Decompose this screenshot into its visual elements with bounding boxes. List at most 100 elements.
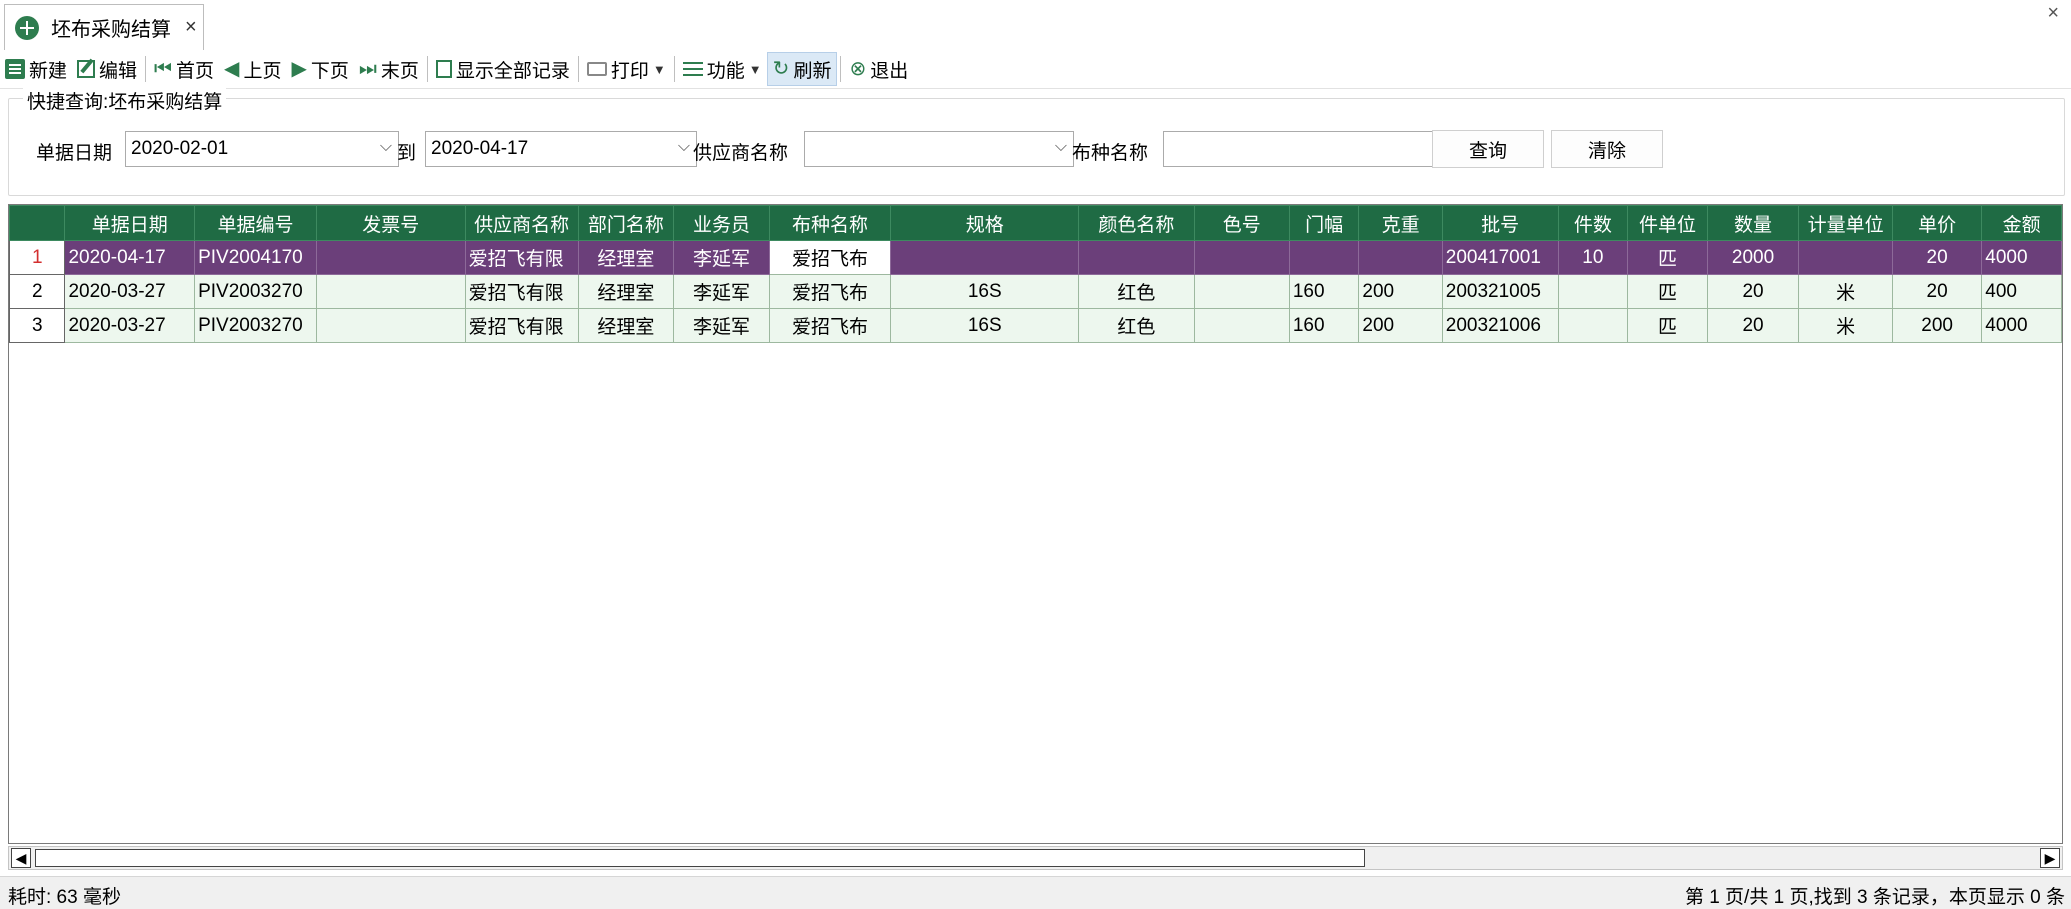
table-cell[interactable]: 10 — [1557, 240, 1629, 275]
table-cell[interactable] — [1193, 308, 1290, 343]
column-header[interactable]: 供应商名称 — [464, 205, 579, 241]
table-cell[interactable]: PIV2004170 — [194, 240, 317, 275]
exit-button[interactable]: ⊗ 退出 — [844, 52, 913, 86]
edit-button[interactable]: 编辑 — [72, 52, 142, 86]
table-cell[interactable] — [1288, 240, 1360, 275]
column-header[interactable]: 单价 — [1891, 205, 1983, 241]
table-cell[interactable]: 匹 — [1627, 308, 1708, 343]
table-cell[interactable]: PIV2003270 — [194, 274, 317, 309]
column-header[interactable]: 业务员 — [673, 205, 770, 241]
tab-pibu-settlement[interactable]: 坯布采购结算 × — [4, 4, 204, 50]
table-cell[interactable]: 爱招飞有限 — [464, 308, 579, 343]
chevron-down-icon[interactable]: ⌵ — [1055, 138, 1067, 156]
last-page-button[interactable]: ⏭ 末页 — [354, 52, 424, 86]
table-cell[interactable]: 20 — [1891, 240, 1983, 275]
table-cell[interactable]: 200 — [1358, 308, 1443, 343]
column-header[interactable]: 颜色名称 — [1078, 205, 1195, 241]
table-cell[interactable] — [1557, 308, 1629, 343]
chevron-down-icon[interactable]: ⌵ — [380, 138, 392, 156]
table-cell[interactable]: 经理室 — [577, 274, 675, 309]
table-cell[interactable] — [315, 308, 466, 343]
table-cell[interactable]: 红色 — [1078, 274, 1195, 309]
table-cell[interactable]: PIV2003270 — [194, 308, 317, 343]
column-header[interactable] — [9, 205, 66, 241]
supplier-select[interactable]: ⌵ — [804, 131, 1074, 167]
scrollbar-thumb[interactable] — [35, 849, 1365, 867]
table-cell[interactable] — [1798, 240, 1893, 275]
table-cell[interactable]: 爱招飞有限 — [464, 240, 579, 275]
column-header[interactable]: 金额 — [1981, 205, 2062, 241]
table-cell[interactable]: 160 — [1288, 308, 1360, 343]
table-cell[interactable]: 经理室 — [577, 308, 675, 343]
table-cell[interactable]: 爱招飞布 — [768, 274, 892, 309]
table-cell[interactable]: 160 — [1288, 274, 1360, 309]
column-header[interactable]: 部门名称 — [577, 205, 675, 241]
table-cell[interactable]: 米 — [1798, 274, 1893, 309]
table-cell[interactable] — [1358, 240, 1443, 275]
table-cell[interactable]: 李延军 — [673, 274, 770, 309]
prev-page-button[interactable]: ◀ 上页 — [219, 52, 286, 86]
table-cell[interactable]: 2020-04-17 — [64, 240, 196, 275]
column-header[interactable]: 数量 — [1706, 205, 1800, 241]
table-cell[interactable]: 爱招飞布 — [768, 308, 892, 343]
table-cell[interactable]: 米 — [1798, 308, 1893, 343]
table-cell[interactable]: 200 — [1891, 308, 1983, 343]
table-cell[interactable]: 2020-03-27 — [64, 308, 196, 343]
table-cell[interactable]: 红色 — [1078, 308, 1195, 343]
refresh-button[interactable]: ↻ 刷新 — [766, 52, 838, 86]
table-cell[interactable] — [1557, 274, 1629, 309]
horizontal-scrollbar[interactable]: ◀ ▶ — [8, 846, 2063, 870]
table-cell[interactable]: 经理室 — [577, 240, 675, 275]
tab-close-icon[interactable]: × — [185, 16, 197, 39]
column-header[interactable]: 布种名称 — [768, 205, 892, 241]
table-cell[interactable]: 李延军 — [673, 308, 770, 343]
table-cell[interactable]: 20 — [1706, 274, 1800, 309]
next-page-button[interactable]: ▶ 下页 — [286, 52, 353, 86]
column-header[interactable]: 克重 — [1358, 205, 1443, 241]
table-cell[interactable]: 4000 — [1981, 308, 2062, 343]
table-cell[interactable]: 爱招飞有限 — [464, 274, 579, 309]
table-row[interactable]: 1 2020-04-17 PIV2004170 爱招飞有限 经理室 李延军 爱招… — [9, 240, 2062, 275]
column-header[interactable]: 件单位 — [1627, 205, 1708, 241]
chevron-down-icon[interactable]: ⌵ — [678, 138, 690, 156]
date-from-picker[interactable]: 2020-02-01 ⌵ — [125, 131, 399, 167]
column-header[interactable]: 发票号 — [315, 205, 466, 241]
table-row[interactable]: 3 2020-03-27 PIV2003270 爱招飞有限 经理室 李延军 爱招… — [9, 308, 2062, 343]
search-button[interactable]: 查询 — [1432, 130, 1544, 168]
window-close-icon[interactable]: × — [2047, 2, 2059, 25]
table-cell[interactable]: 200417001 — [1441, 240, 1559, 275]
table-cell[interactable]: 2020-03-27 — [64, 274, 196, 309]
table-cell[interactable]: 2000 — [1706, 240, 1800, 275]
table-row[interactable]: 2 2020-03-27 PIV2003270 爱招飞有限 经理室 李延军 爱招… — [9, 274, 2062, 309]
table-cell[interactable] — [1193, 274, 1290, 309]
clear-button[interactable]: 清除 — [1551, 130, 1663, 168]
print-button[interactable]: 打印 ▼ — [582, 52, 671, 86]
table-cell[interactable]: 李延军 — [673, 240, 770, 275]
table-cell[interactable] — [315, 240, 466, 275]
column-header[interactable]: 规格 — [890, 205, 1080, 241]
table-cell[interactable]: 20 — [1891, 274, 1983, 309]
table-cell[interactable]: 200 — [1358, 274, 1443, 309]
column-header[interactable]: 单据日期 — [64, 205, 196, 241]
column-header[interactable]: 色号 — [1193, 205, 1290, 241]
column-header[interactable]: 门幅 — [1288, 205, 1360, 241]
table-cell[interactable]: 200321005 — [1441, 274, 1559, 309]
column-header[interactable]: 单据编号 — [194, 205, 317, 241]
scroll-right-icon[interactable]: ▶ — [2040, 848, 2060, 868]
table-cell[interactable] — [1078, 240, 1195, 275]
table-cell[interactable]: 200321006 — [1441, 308, 1559, 343]
column-header[interactable]: 批号 — [1441, 205, 1559, 241]
current-cell[interactable]: 爱招飞布 — [768, 240, 892, 275]
data-grid[interactable]: 单据日期 单据编号 发票号 供应商名称 部门名称 业务员 布种名称 规格 颜色名… — [8, 204, 2063, 844]
new-button[interactable]: 新建 — [0, 52, 72, 86]
table-cell[interactable]: 匹 — [1627, 240, 1708, 275]
table-cell[interactable] — [315, 274, 466, 309]
table-cell[interactable]: 16S — [890, 274, 1080, 309]
table-cell[interactable]: 匹 — [1627, 274, 1708, 309]
column-header[interactable]: 计量单位 — [1798, 205, 1893, 241]
function-menu-button[interactable]: 功能 ▼ — [678, 52, 767, 86]
table-cell[interactable]: 4000 — [1981, 240, 2062, 275]
table-cell[interactable]: 20 — [1706, 308, 1800, 343]
column-header[interactable]: 件数 — [1557, 205, 1629, 241]
scroll-left-icon[interactable]: ◀ — [11, 848, 31, 868]
